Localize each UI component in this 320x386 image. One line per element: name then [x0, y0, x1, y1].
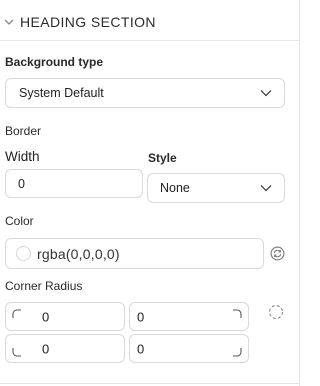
background-type-value: System Default: [19, 86, 104, 100]
corner-radius-label: Corner Radius: [5, 279, 83, 293]
color-input[interactable]: rgba(0,0,0,0): [5, 238, 264, 269]
corner-radius-top-left-value: 0: [42, 309, 50, 324]
corner-radius-bottom-left-input[interactable]: 0: [5, 334, 125, 363]
corner-radius-bottom-left-value: 0: [42, 341, 50, 356]
background-type-select[interactable]: System Default: [5, 78, 285, 108]
chevron-down-icon: [260, 185, 272, 192]
corner-top-right-icon: [233, 309, 242, 318]
chevron-down-icon: [3, 16, 15, 28]
refresh-icon[interactable]: [270, 246, 285, 261]
border-label: Border: [5, 124, 42, 138]
color-label: Color: [5, 214, 34, 228]
corner-bottom-right-icon: [233, 348, 242, 357]
chevron-down-icon: [260, 90, 272, 97]
border-style-value: None: [160, 181, 190, 195]
corner-radius-bottom-right-value: 0: [137, 341, 145, 356]
panel-right-border: [299, 0, 300, 386]
border-style-select[interactable]: None: [147, 173, 285, 203]
background-type-label: Background type: [5, 55, 104, 69]
section-title: HEADING SECTION: [20, 14, 156, 30]
section-header[interactable]: HEADING SECTION: [0, 9, 295, 35]
corner-top-left-icon: [12, 309, 21, 318]
border-width-input[interactable]: 0: [5, 169, 143, 198]
corner-radius-bottom-right-input[interactable]: 0: [129, 334, 249, 363]
corner-radius-top-left-input[interactable]: 0: [5, 302, 125, 331]
section-divider: [0, 40, 299, 41]
corner-radius-top-right-input[interactable]: 0: [129, 302, 249, 331]
border-width-label: Width: [5, 149, 40, 164]
panel-bottom-border: [0, 383, 299, 384]
corner-bottom-left-icon: [12, 348, 21, 357]
color-swatch[interactable]: [16, 246, 31, 261]
corner-radius-top-right-value: 0: [137, 309, 145, 324]
border-width-value: 0: [18, 176, 25, 191]
dashed-circle-icon[interactable]: [268, 304, 284, 320]
border-style-label: Style: [148, 151, 177, 165]
color-value: rgba(0,0,0,0): [37, 245, 120, 262]
